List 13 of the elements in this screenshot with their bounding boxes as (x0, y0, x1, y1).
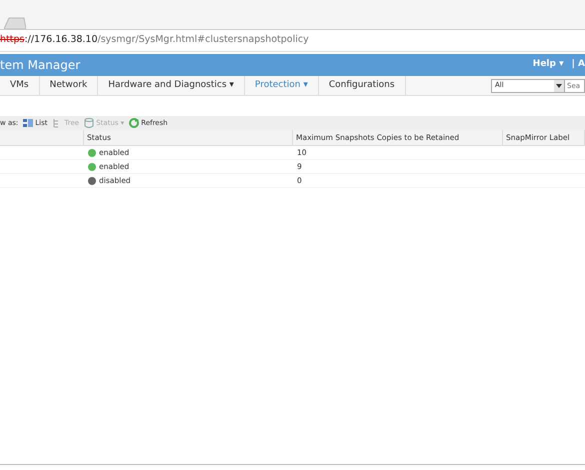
refresh-icon (129, 118, 140, 128)
column-header[interactable] (0, 130, 84, 146)
nav-tab[interactable]: Network (40, 76, 98, 95)
caret-icon[interactable] (554, 80, 564, 92)
list-view-icon (23, 118, 34, 128)
browser-tab-icon[interactable] (4, 17, 26, 29)
app-title: tem Manager (0, 57, 80, 74)
database-icon (84, 118, 94, 128)
nav-tab[interactable]: VMs (0, 76, 40, 95)
url-text[interactable]: https://176.16.38.10/sysmgr/SysMgr.html#clustersnapshotpolicy (0, 33, 309, 48)
nav-tab[interactable]: Configurations (318, 76, 406, 95)
nav-tab[interactable]: Hardware and Diagnostics ▾ (98, 76, 245, 95)
nav-tab[interactable]: Protection ▾ (244, 76, 319, 95)
